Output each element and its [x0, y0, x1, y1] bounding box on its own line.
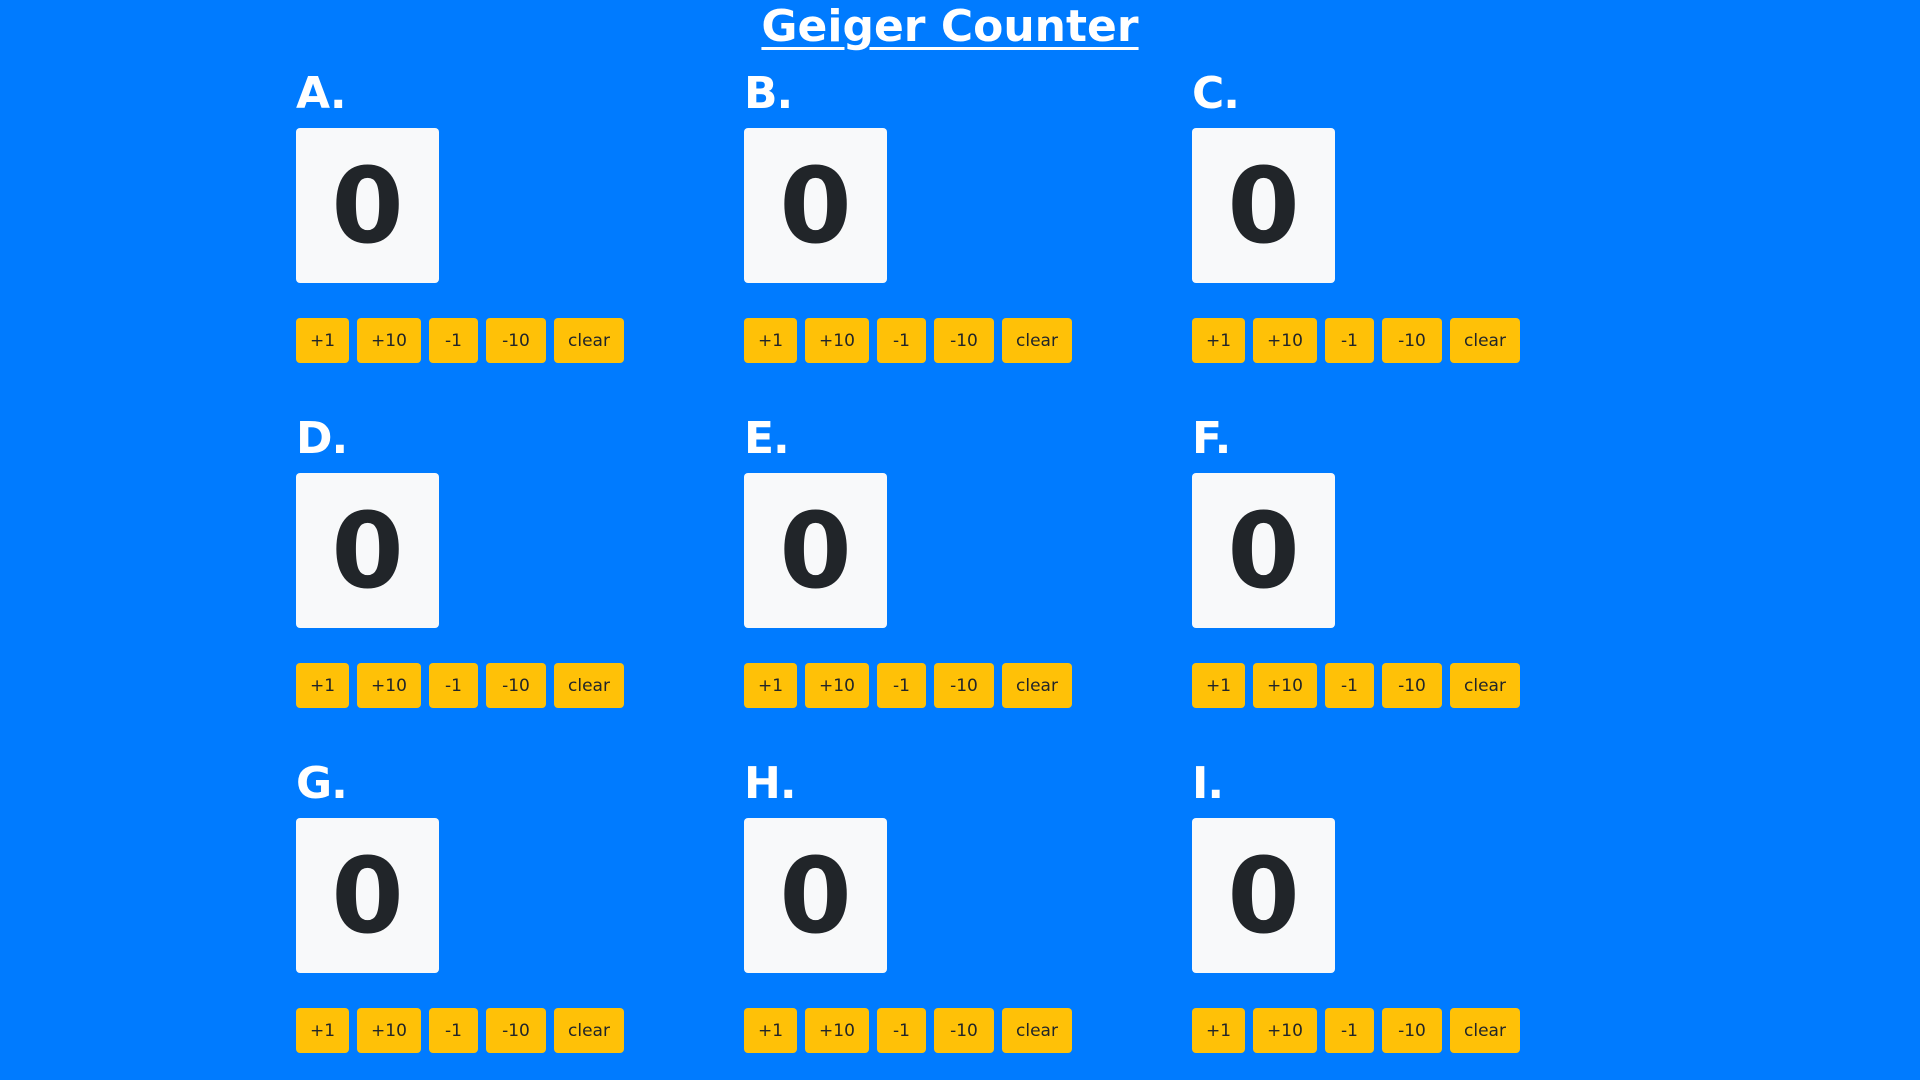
counter-display: 0: [1192, 128, 1335, 283]
counter-controls: +1 +10 -1 -10 clear: [1192, 663, 1640, 708]
counter-controls: +1 +10 -1 -10 clear: [296, 318, 744, 363]
plus-1-button[interactable]: +1: [1192, 1008, 1245, 1053]
counter-display: 0: [744, 818, 887, 973]
counter-g: G. 0 +1 +10 -1 -10 clear: [296, 750, 744, 1080]
counter-display: 0: [296, 128, 439, 283]
minus-10-button[interactable]: -10: [486, 318, 546, 363]
plus-10-button[interactable]: +10: [1253, 318, 1317, 363]
counter-display: 0: [1192, 473, 1335, 628]
counter-display: 0: [744, 128, 887, 283]
clear-button[interactable]: clear: [1450, 1008, 1520, 1053]
page: Geiger Counter A. 0 +1 +10 -1 -10 clear …: [0, 0, 1920, 1080]
clear-button[interactable]: clear: [1002, 1008, 1072, 1053]
minus-1-button[interactable]: -1: [877, 663, 926, 708]
plus-1-button[interactable]: +1: [744, 663, 797, 708]
counter-grid: A. 0 +1 +10 -1 -10 clear B. 0 +1 +10 -1 …: [296, 60, 1640, 1080]
minus-10-button[interactable]: -10: [1382, 1008, 1442, 1053]
counter-label: A.: [296, 68, 347, 119]
clear-button[interactable]: clear: [1450, 663, 1520, 708]
counter-display: 0: [1192, 818, 1335, 973]
minus-10-button[interactable]: -10: [486, 663, 546, 708]
minus-1-button[interactable]: -1: [429, 1008, 478, 1053]
clear-button[interactable]: clear: [1002, 318, 1072, 363]
minus-10-button[interactable]: -10: [934, 1008, 994, 1053]
page-title: Geiger Counter: [761, 1, 1139, 52]
counter-h: H. 0 +1 +10 -1 -10 clear: [744, 750, 1192, 1080]
minus-1-button[interactable]: -1: [1325, 663, 1374, 708]
minus-1-button[interactable]: -1: [429, 318, 478, 363]
clear-button[interactable]: clear: [554, 318, 624, 363]
minus-10-button[interactable]: -10: [486, 1008, 546, 1053]
plus-1-button[interactable]: +1: [296, 1008, 349, 1053]
counter-controls: +1 +10 -1 -10 clear: [296, 663, 744, 708]
clear-button[interactable]: clear: [1450, 318, 1520, 363]
plus-1-button[interactable]: +1: [1192, 318, 1245, 363]
counter-controls: +1 +10 -1 -10 clear: [1192, 1008, 1640, 1053]
plus-1-button[interactable]: +1: [744, 1008, 797, 1053]
plus-1-button[interactable]: +1: [296, 318, 349, 363]
plus-10-button[interactable]: +10: [357, 663, 421, 708]
counter-display: 0: [296, 473, 439, 628]
counter-label: H.: [744, 758, 797, 809]
plus-1-button[interactable]: +1: [296, 663, 349, 708]
plus-10-button[interactable]: +10: [805, 663, 869, 708]
plus-10-button[interactable]: +10: [357, 1008, 421, 1053]
plus-10-button[interactable]: +10: [1253, 663, 1317, 708]
counter-label: G.: [296, 758, 348, 809]
minus-10-button[interactable]: -10: [1382, 663, 1442, 708]
plus-1-button[interactable]: +1: [1192, 663, 1245, 708]
counter-controls: +1 +10 -1 -10 clear: [1192, 318, 1640, 363]
plus-10-button[interactable]: +10: [805, 318, 869, 363]
counter-display: 0: [296, 818, 439, 973]
plus-1-button[interactable]: +1: [744, 318, 797, 363]
counter-label: B.: [744, 68, 793, 119]
minus-10-button[interactable]: -10: [934, 663, 994, 708]
counter-label: I.: [1192, 758, 1224, 809]
clear-button[interactable]: clear: [1002, 663, 1072, 708]
counter-label: C.: [1192, 68, 1240, 119]
counter-controls: +1 +10 -1 -10 clear: [744, 663, 1192, 708]
counter-e: E. 0 +1 +10 -1 -10 clear: [744, 405, 1192, 750]
counter-b: B. 0 +1 +10 -1 -10 clear: [744, 60, 1192, 405]
plus-10-button[interactable]: +10: [357, 318, 421, 363]
counter-c: C. 0 +1 +10 -1 -10 clear: [1192, 60, 1640, 405]
plus-10-button[interactable]: +10: [805, 1008, 869, 1053]
minus-1-button[interactable]: -1: [1325, 1008, 1374, 1053]
minus-1-button[interactable]: -1: [1325, 318, 1374, 363]
minus-1-button[interactable]: -1: [877, 318, 926, 363]
counter-label: D.: [296, 413, 348, 464]
counter-controls: +1 +10 -1 -10 clear: [744, 1008, 1192, 1053]
minus-1-button[interactable]: -1: [877, 1008, 926, 1053]
plus-10-button[interactable]: +10: [1253, 1008, 1317, 1053]
minus-10-button[interactable]: -10: [1382, 318, 1442, 363]
counter-label: F.: [1192, 413, 1231, 464]
counter-label: E.: [744, 413, 790, 464]
minus-10-button[interactable]: -10: [934, 318, 994, 363]
counter-d: D. 0 +1 +10 -1 -10 clear: [296, 405, 744, 750]
counter-a: A. 0 +1 +10 -1 -10 clear: [296, 60, 744, 405]
minus-1-button[interactable]: -1: [429, 663, 478, 708]
clear-button[interactable]: clear: [554, 1008, 624, 1053]
counter-controls: +1 +10 -1 -10 clear: [296, 1008, 744, 1053]
counter-i: I. 0 +1 +10 -1 -10 clear: [1192, 750, 1640, 1080]
counter-f: F. 0 +1 +10 -1 -10 clear: [1192, 405, 1640, 750]
clear-button[interactable]: clear: [554, 663, 624, 708]
counter-display: 0: [744, 473, 887, 628]
counter-controls: +1 +10 -1 -10 clear: [744, 318, 1192, 363]
